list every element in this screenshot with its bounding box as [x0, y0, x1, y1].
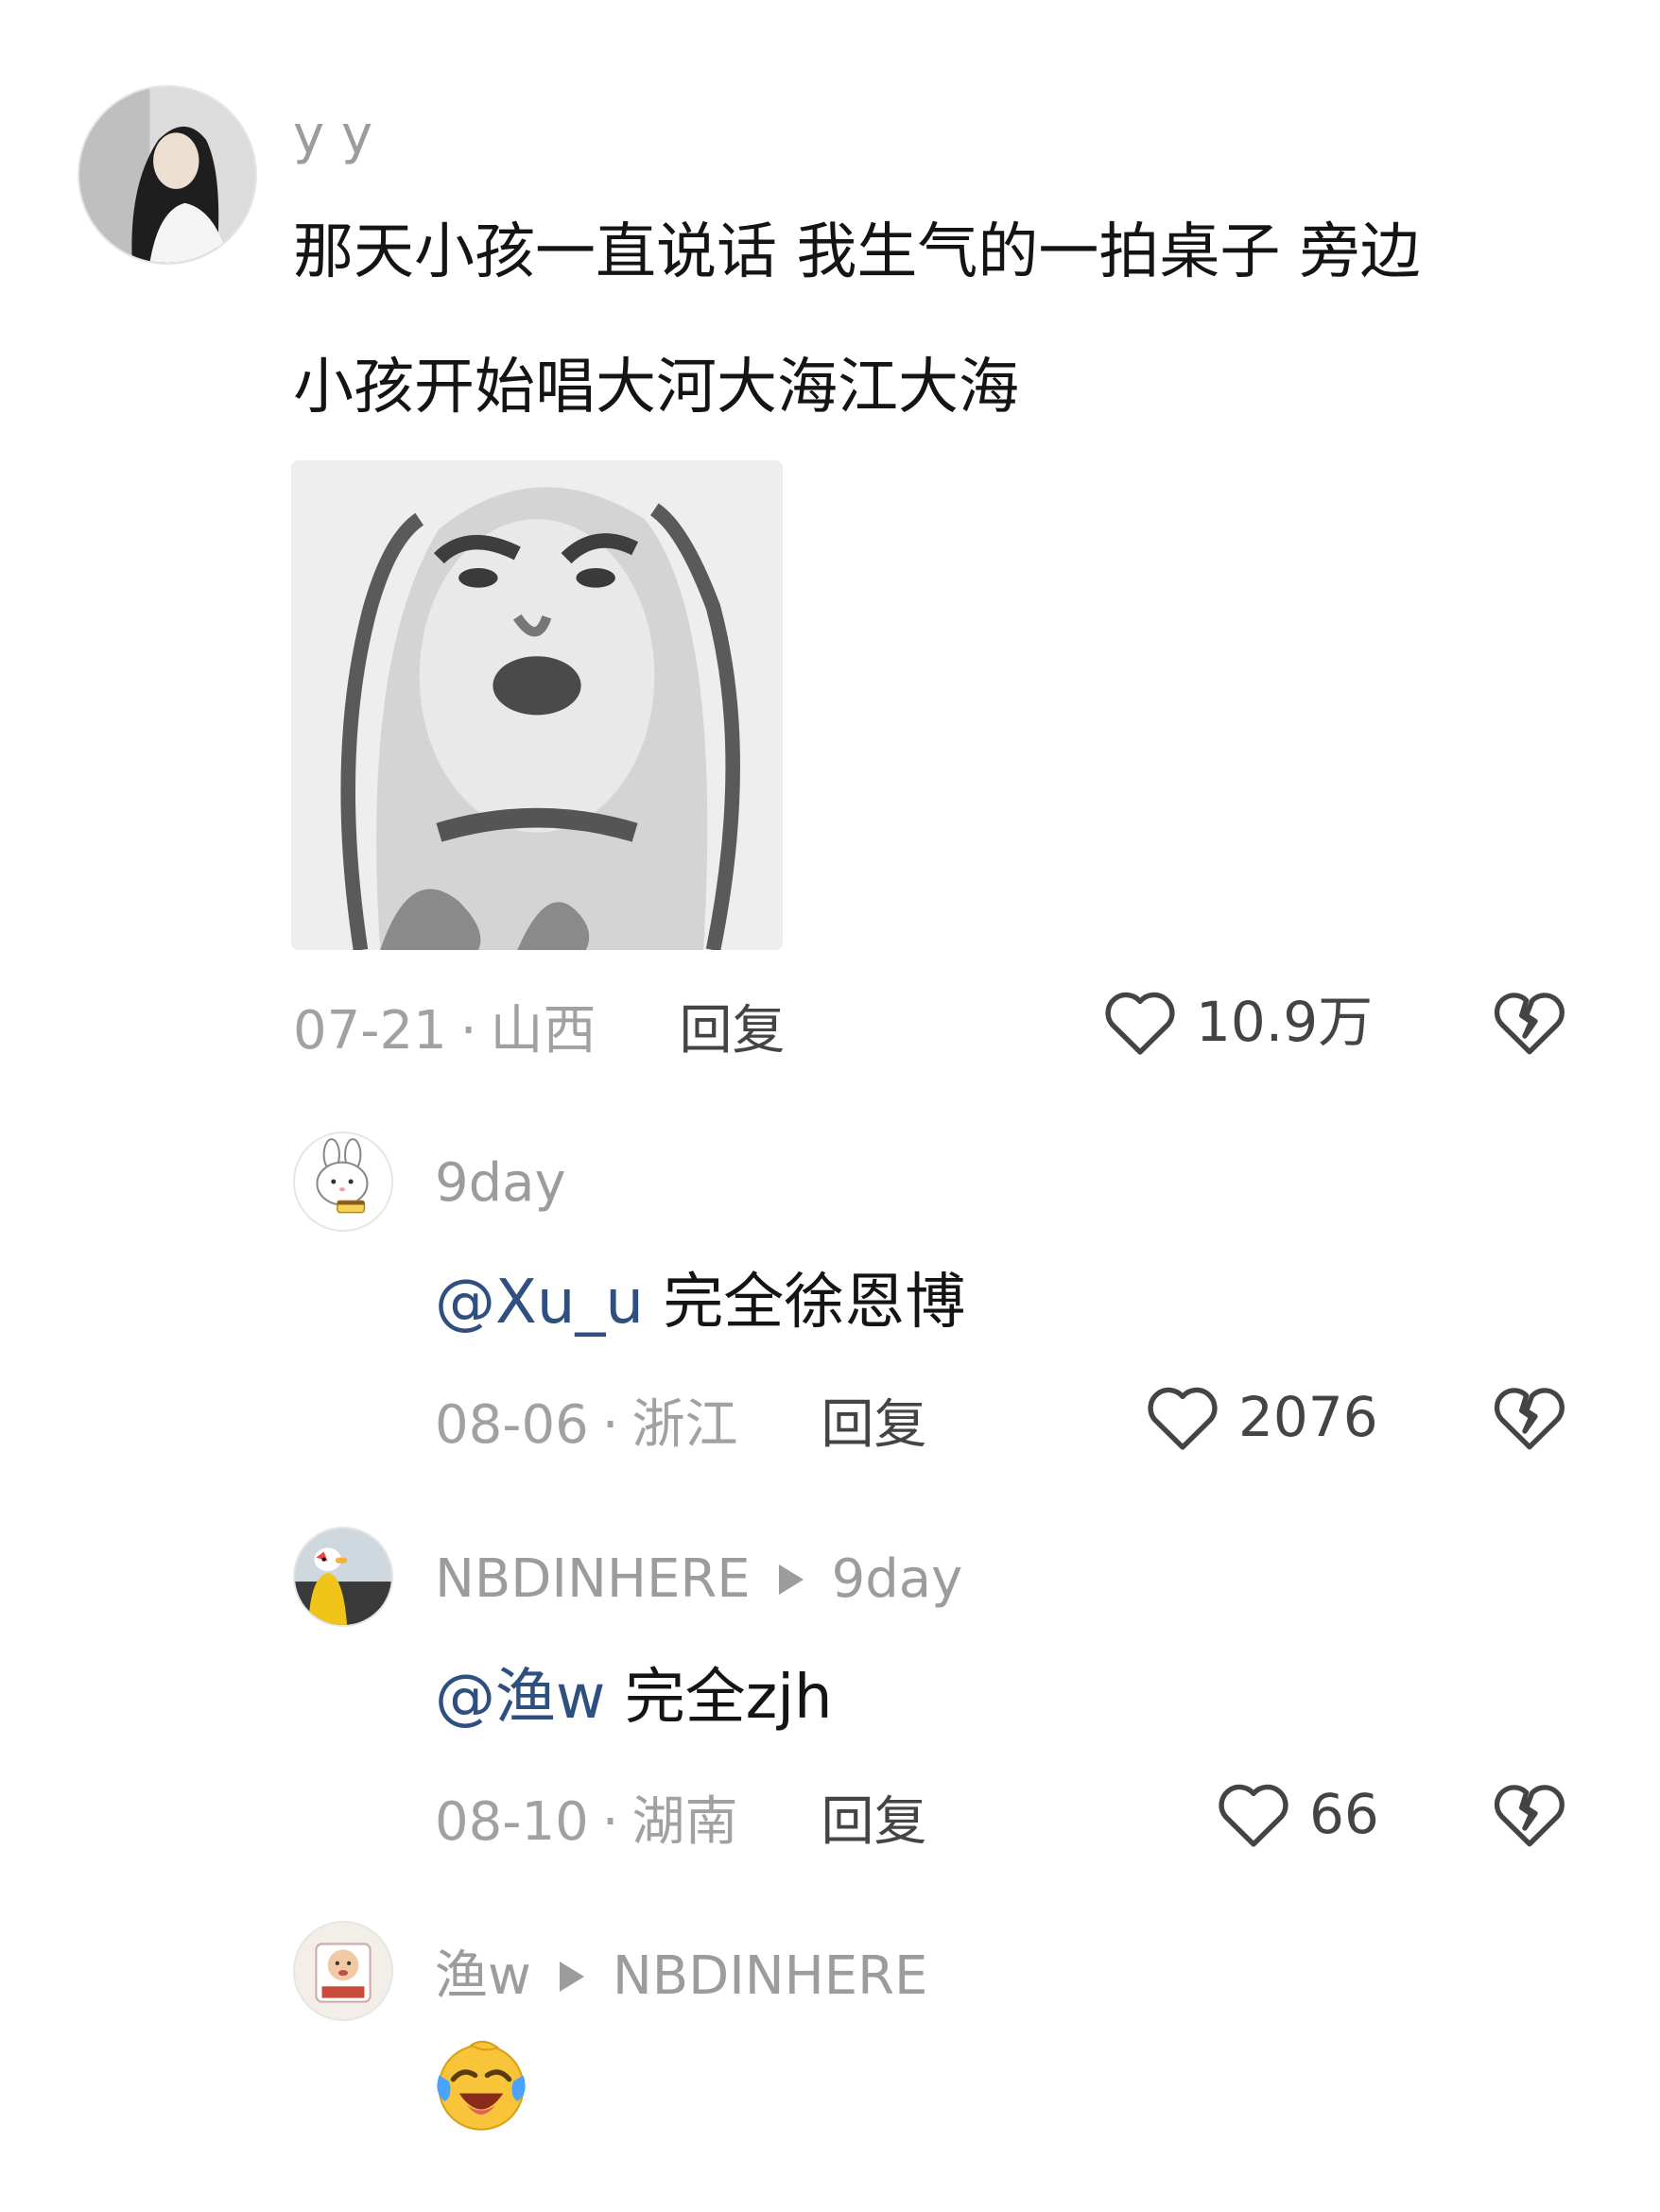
reply-button[interactable]: 回复	[821, 1796, 927, 1849]
comment-image[interactable]	[291, 460, 783, 950]
dislike-button[interactable]	[1492, 987, 1567, 1057]
reply-to-username[interactable]: 9day	[832, 1553, 963, 1606]
comment-meta: 07-21 · 山西 回复	[293, 1005, 786, 1058]
comment-date: 07-21	[293, 1000, 447, 1062]
girl-portrait-avatar-icon	[79, 87, 255, 263]
comment-text-line-1: 那天小孩一直说话 我生气的一拍桌子 旁边	[293, 217, 1421, 287]
username-text: 9day	[435, 1152, 566, 1214]
comment-date: 08-10	[435, 1791, 589, 1853]
comment-username[interactable]: 9day	[435, 1157, 566, 1210]
comment-text: @Xu_u 完全徐恩博	[435, 1236, 965, 1371]
mention-link[interactable]: @Xu_u	[435, 1268, 644, 1338]
like-button[interactable]: 10.9万	[1101, 987, 1373, 1057]
reply-button[interactable]: 回复	[821, 1399, 927, 1452]
comment-text-line-2: 小孩开始唱大河大海江大海	[293, 353, 1019, 423]
comment-username[interactable]: NBDINHERE 9day	[435, 1553, 962, 1606]
comment-username[interactable]: 渔w NBDINHERE	[435, 1950, 927, 2003]
user-avatar[interactable]	[293, 1527, 393, 1627]
bunny-avatar-icon	[295, 1133, 391, 1230]
username-text: y y	[293, 105, 373, 166]
comment-body: 完全zjh	[624, 1663, 833, 1733]
heart-outline-icon	[1148, 1387, 1218, 1450]
meta-separator: ·	[459, 1000, 477, 1062]
heart-outline-icon	[1105, 992, 1175, 1055]
comment-username[interactable]: y y	[293, 110, 372, 163]
laughing-crying-emoji-icon	[431, 2035, 531, 2135]
user-avatar[interactable]	[293, 1132, 393, 1232]
comment-location: 山西	[490, 1000, 597, 1062]
like-count: 66	[1309, 1782, 1379, 1846]
broken-heart-icon	[1494, 1388, 1565, 1450]
meta-separator: ·	[601, 1394, 619, 1456]
broken-heart-icon	[1494, 1785, 1565, 1847]
broken-heart-icon	[1494, 993, 1565, 1055]
baby-photo-avatar-icon	[295, 1923, 391, 2019]
meta-separator: ·	[601, 1791, 619, 1853]
like-count: 2076	[1238, 1385, 1378, 1449]
comment-meta: 08-10 · 湖南 回复	[435, 1796, 927, 1849]
username-text: NBDINHERE	[435, 1548, 751, 1610]
user-avatar[interactable]	[78, 85, 257, 265]
play-triangle-icon	[559, 1961, 584, 1992]
mention-link[interactable]: @渔w	[435, 1663, 605, 1733]
meme-face-image-icon	[292, 460, 782, 950]
comment-date: 08-06	[435, 1394, 589, 1456]
username-text: 渔w	[435, 1945, 531, 2007]
user-avatar[interactable]	[293, 1921, 393, 2021]
heart-outline-icon	[1219, 1784, 1288, 1847]
like-count: 10.9万	[1196, 990, 1374, 1054]
comment-body: 完全徐恩博	[663, 1268, 966, 1338]
like-button[interactable]: 2076	[1144, 1382, 1378, 1452]
reply-to-username[interactable]: NBDINHERE	[613, 1950, 928, 2003]
comment-text: @渔w 完全zjh	[435, 1631, 833, 1766]
comment-location: 浙江	[631, 1394, 738, 1456]
comment-meta: 08-06 · 浙江 回复	[435, 1399, 927, 1452]
play-triangle-icon	[778, 1564, 804, 1595]
comment-location: 湖南	[631, 1791, 738, 1853]
like-button[interactable]: 66	[1215, 1779, 1379, 1849]
duck-cartoon-avatar-icon	[295, 1529, 391, 1625]
dislike-button[interactable]	[1492, 1382, 1567, 1452]
reply-button[interactable]: 回复	[680, 1005, 786, 1058]
dislike-button[interactable]	[1492, 1779, 1567, 1849]
